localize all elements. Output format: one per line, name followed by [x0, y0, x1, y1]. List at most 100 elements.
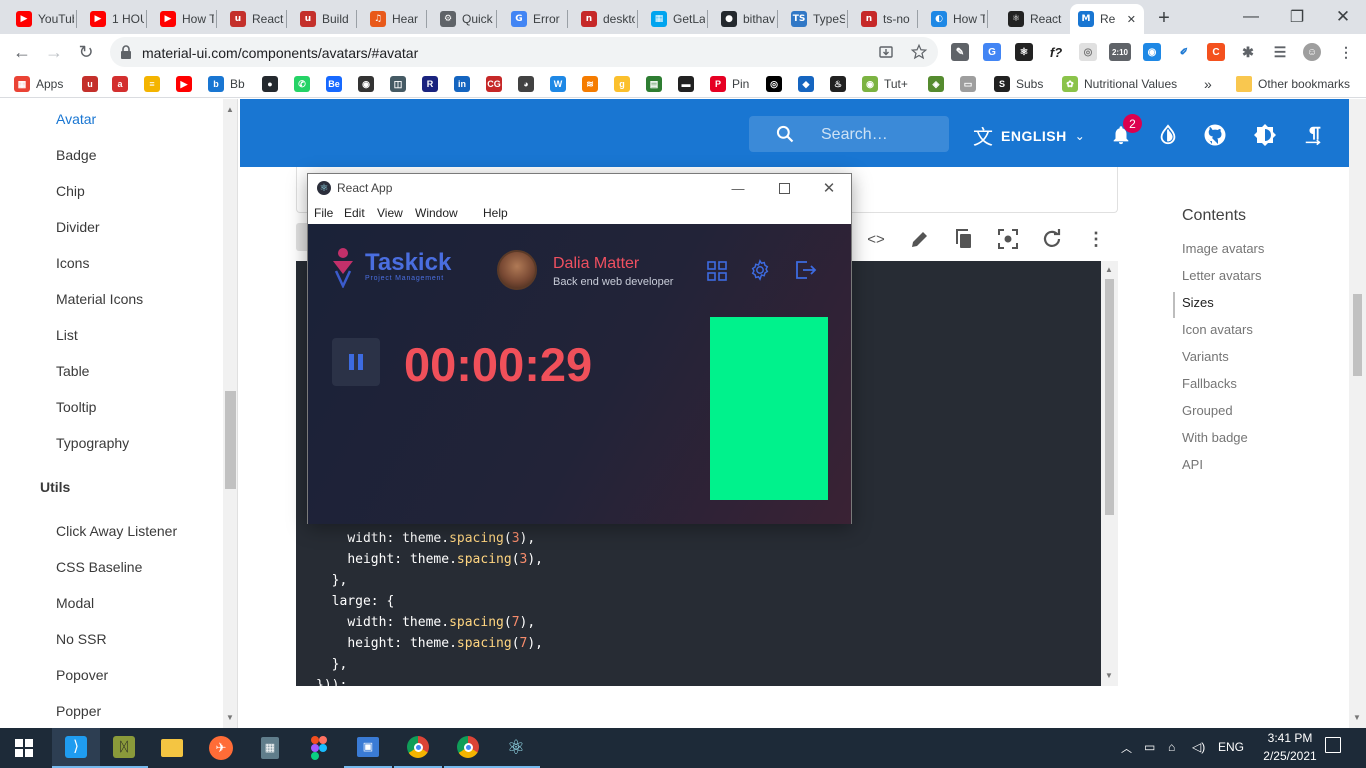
bookmark-item[interactable]: ♨: [830, 76, 846, 92]
browser-tab[interactable]: M Re ✕: [1070, 4, 1144, 34]
pause-button[interactable]: [332, 338, 380, 386]
react-devtools-extension-icon[interactable]: ⚛: [1015, 43, 1033, 61]
taskbar-chrome-2[interactable]: [444, 728, 492, 768]
settings-gear-icon[interactable]: [749, 259, 771, 281]
logout-icon[interactable]: [794, 259, 818, 281]
app-minimize-button[interactable]: —: [723, 178, 753, 198]
sidebar-scrollbar-thumb[interactable]: [225, 391, 236, 489]
more-options-icon[interactable]: ⋮: [1084, 227, 1108, 251]
app-menu-item[interactable]: Help: [483, 206, 508, 220]
bookmark-item[interactable]: ◉: [358, 76, 374, 92]
app-menu-item[interactable]: View: [377, 206, 403, 220]
forward-button[interactable]: →: [40, 38, 68, 66]
browser-tab[interactable]: ⚛ React: [1000, 4, 1062, 34]
sidebar-nav-item[interactable]: Badge: [56, 147, 96, 163]
sidebar-nav-item[interactable]: Typography: [56, 435, 129, 451]
taskbar-chrome-1[interactable]: [394, 728, 442, 768]
sidebar-nav-item[interactable]: CSS Baseline: [56, 559, 142, 575]
sidebar-nav-item[interactable]: Icons: [56, 255, 89, 271]
address-bar[interactable]: material-ui.com/components/avatars/#avat…: [110, 37, 938, 67]
bookmark-item[interactable]: ≋: [582, 76, 598, 92]
toc-link[interactable]: Fallbacks: [1182, 376, 1237, 391]
sidebar-nav-item[interactable]: Table: [56, 363, 89, 379]
page-scroll-down-icon[interactable]: ▼: [1353, 713, 1361, 722]
taskbar-figma[interactable]: [295, 728, 343, 768]
browser-tab[interactable]: G Error: [503, 4, 565, 34]
code-scrollbar-thumb[interactable]: [1105, 279, 1114, 515]
sidebar-nav-item[interactable]: Avatar: [56, 111, 96, 127]
sidebar-nav-item[interactable]: Chip: [56, 183, 85, 199]
extensions-puzzle-icon[interactable]: ✱: [1239, 43, 1257, 61]
code-scrollbar[interactable]: ▲ ▼: [1101, 261, 1118, 686]
browser-tab[interactable]: ▶ How To: [152, 4, 214, 34]
codeium-extension-icon[interactable]: C: [1207, 43, 1225, 61]
taskbar-vscode[interactable]: ⟩: [52, 728, 100, 768]
bookmarks-overflow-button[interactable]: »: [1204, 76, 1212, 92]
bookmark-item[interactable]: ✆: [294, 76, 310, 92]
bookmark-item[interactable]: Be: [326, 76, 342, 92]
browser-tab[interactable]: ▦ GetLa: [643, 4, 705, 34]
show-source-icon[interactable]: <>: [864, 227, 888, 251]
app-menu-item[interactable]: Edit: [344, 206, 365, 220]
app-close-button[interactable]: ✕: [814, 178, 844, 198]
bookmark-item[interactable]: W: [550, 76, 566, 92]
sidebar-nav-item[interactable]: Tooltip: [56, 399, 96, 415]
bookmark-item[interactable]: ●: [262, 76, 278, 92]
taskbar-remote-desktop[interactable]: ▣: [344, 728, 392, 768]
browser-tab[interactable]: u Build: [292, 4, 354, 34]
code-scroll-down-icon[interactable]: ▼: [1105, 671, 1113, 680]
browser-tab[interactable]: ⚙ Quick: [432, 4, 494, 34]
bookmark-item[interactable]: ▬: [678, 76, 694, 92]
tray-overflow-icon[interactable]: ︿: [1121, 740, 1132, 756]
bookmark-item[interactable]: g: [614, 76, 630, 92]
bookmark-item[interactable]: ◕: [518, 76, 534, 92]
network-icon[interactable]: ⌂: [1168, 740, 1175, 754]
back-button[interactable]: ←: [8, 38, 36, 66]
start-button[interactable]: [0, 728, 48, 768]
github-icon[interactable]: [1203, 123, 1227, 147]
battery-icon[interactable]: ▭: [1144, 740, 1155, 754]
new-tab-button[interactable]: +: [1150, 6, 1178, 30]
taskbar-calculator[interactable]: ▦: [246, 728, 294, 768]
browser-tab[interactable]: ● bithav: [713, 4, 775, 34]
sidebar-nav-item[interactable]: No SSR: [56, 631, 107, 647]
dashboard-grid-icon[interactable]: [706, 260, 728, 282]
input-language[interactable]: ENG: [1218, 740, 1244, 754]
bookmark-item[interactable]: P Pin: [710, 76, 749, 92]
docs-search-box[interactable]: Search…: [749, 116, 949, 152]
user-avatar[interactable]: [497, 250, 537, 290]
page-scrollbar-thumb[interactable]: [1353, 294, 1362, 376]
toc-link[interactable]: Variants: [1182, 349, 1229, 364]
taskbar-electron[interactable]: ⚛: [492, 728, 540, 768]
bookmark-item[interactable]: ▶: [176, 76, 192, 92]
bookmark-item[interactable]: ▦ Apps: [14, 76, 63, 92]
text-direction-icon[interactable]: [1303, 123, 1325, 147]
bookmark-item[interactable]: ◆: [798, 76, 814, 92]
bookmark-item[interactable]: ◉ Tut+: [862, 76, 908, 92]
sidebar-nav-item[interactable]: List: [56, 327, 78, 343]
browser-tab[interactable]: u React: [222, 4, 284, 34]
toc-link[interactable]: With badge: [1182, 430, 1248, 445]
eyedropper-extension-icon[interactable]: ✎: [951, 43, 969, 61]
color-theme-icon[interactable]: [1157, 124, 1179, 146]
sidebar-nav-item[interactable]: Click Away Listener: [56, 523, 177, 539]
app-menu-item[interactable]: File: [314, 206, 333, 220]
sidebar-scrollbar[interactable]: ▲ ▼: [223, 99, 237, 728]
close-window-button[interactable]: ✕: [1320, 0, 1366, 34]
reload-button[interactable]: ↻: [72, 38, 100, 66]
bookmark-item[interactable]: CG: [486, 76, 502, 92]
bookmark-star-icon[interactable]: [910, 43, 928, 61]
install-icon[interactable]: [878, 44, 894, 60]
browser-tab[interactable]: ▶ 1 HOUR: [82, 4, 144, 34]
bookmark-item[interactable]: ▤: [646, 76, 662, 92]
whatfont-extension-icon[interactable]: ◎: [1079, 43, 1097, 61]
page-scrollbar[interactable]: ▼: [1349, 99, 1366, 728]
browser-tab[interactable]: ♫ Hear: [362, 4, 424, 34]
reset-focus-icon[interactable]: [996, 227, 1020, 251]
refresh-icon[interactable]: [1040, 227, 1064, 251]
other-bookmarks-folder[interactable]: Other bookmarks: [1236, 76, 1350, 92]
copy-icon[interactable]: [952, 227, 976, 251]
sidebar-nav-item[interactable]: Modal: [56, 595, 94, 611]
pen-extension-icon[interactable]: ✐: [1175, 43, 1193, 61]
screen-extension-icon[interactable]: ◉: [1143, 43, 1161, 61]
